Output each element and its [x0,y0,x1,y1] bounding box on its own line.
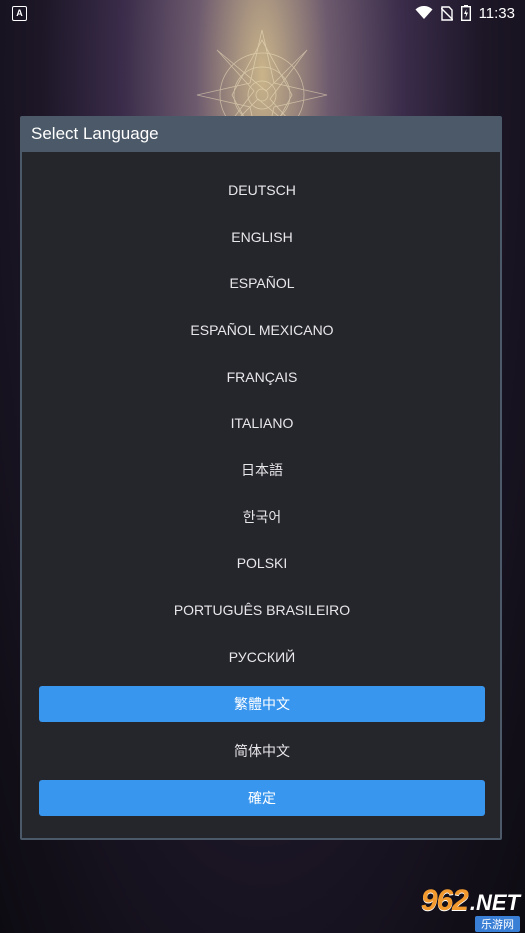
language-dialog: Select Language DEUTSCH ENGLISH ESPAÑOL … [20,116,502,840]
language-option-espanol-mexicano[interactable]: ESPAÑOL MEXICANO [39,312,485,348]
watermark-subtitle: 乐游网 [475,916,520,932]
no-sim-icon [440,5,453,21]
language-option-english[interactable]: ENGLISH [39,219,485,255]
confirm-button[interactable]: 確定 [39,780,485,816]
watermark-logo: 962 .NET 乐游网 [386,884,520,932]
status-time: 11:33 [478,4,515,22]
language-option-polski[interactable]: POLSKI [39,545,485,581]
dialog-title: Select Language [31,124,159,143]
language-option-francais[interactable]: FRANÇAIS [39,359,485,395]
language-option-deutsch[interactable]: DEUTSCH [39,172,485,208]
language-option-japanese[interactable]: 日本語 [39,452,485,488]
language-option-portugues-brasileiro[interactable]: PORTUGUÊS BRASILEIRO [39,592,485,628]
notification-icon: A [12,5,27,21]
language-option-espanol[interactable]: ESPAÑOL [39,265,485,301]
battery-icon [460,5,471,21]
language-option-italiano[interactable]: ITALIANO [39,405,485,441]
watermark-number: 962 [420,884,469,917]
language-option-traditional-chinese[interactable]: 繁體中文 [39,686,485,722]
dialog-body: DEUTSCH ENGLISH ESPAÑOL ESPAÑOL MEXICANO… [22,152,500,838]
wifi-icon [415,6,433,19]
language-option-simplified-chinese[interactable]: 简体中文 [39,733,485,769]
language-option-korean[interactable]: 한국어 [39,499,485,535]
watermark-suffix: .NET [469,890,520,915]
background-emblem [196,29,328,120]
language-option-russian[interactable]: РУССКИЙ [39,639,485,675]
